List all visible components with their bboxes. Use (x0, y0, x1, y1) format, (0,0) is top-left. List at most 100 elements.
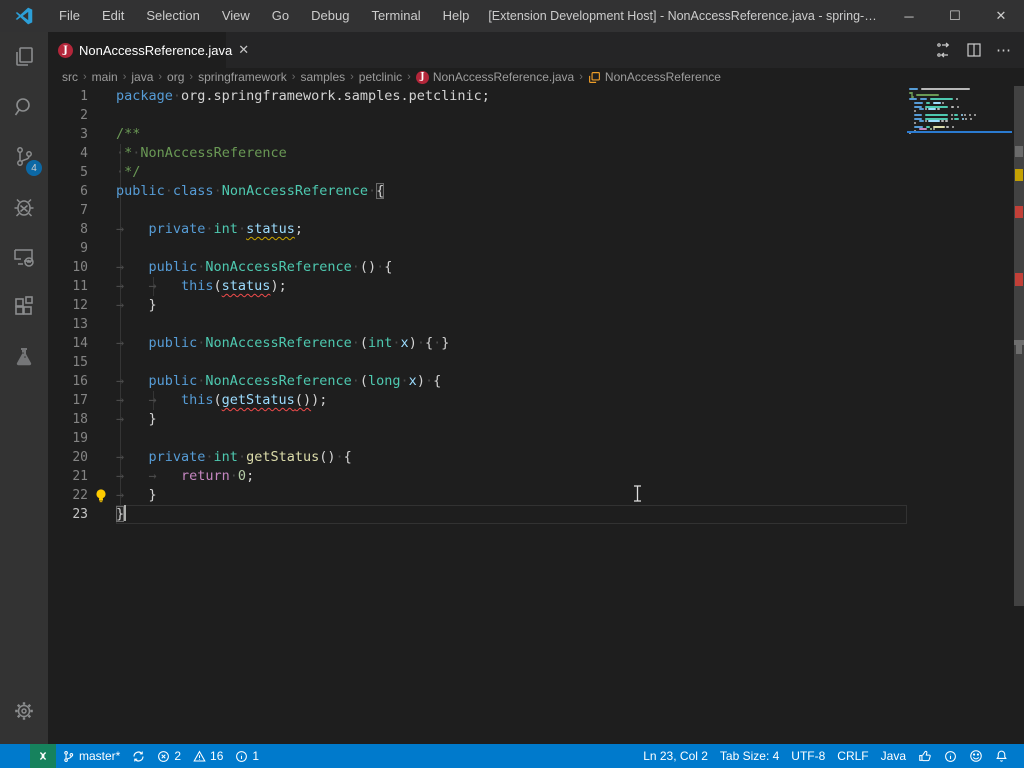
search-icon[interactable] (0, 82, 48, 132)
settings-gear-icon[interactable] (0, 686, 48, 736)
encoding-label: UTF-8 (791, 749, 825, 763)
language-mode[interactable]: Java (875, 744, 912, 768)
tab-close-icon[interactable]: ✕ (238, 42, 249, 58)
code-text: ·*/ (116, 163, 907, 182)
menu-debug[interactable]: Debug (300, 0, 360, 32)
code-line[interactable]: 5·*/ (48, 163, 907, 182)
java-file-icon: J (58, 43, 73, 58)
menu-go[interactable]: Go (261, 0, 300, 32)
code-text: →} (116, 296, 907, 315)
breadcrumb-symbol[interactable]: NonAccessReference (588, 70, 721, 84)
breadcrumb-main[interactable]: main (92, 70, 118, 84)
line-number: 1 (48, 87, 88, 106)
explorer-icon[interactable] (0, 32, 48, 82)
code-text: public·class·NonAccessReference·{ (116, 182, 907, 201)
remote-indicator[interactable] (30, 744, 56, 768)
line-number: 7 (48, 201, 88, 220)
scm-badge: 4 (26, 160, 42, 176)
code-line[interactable]: 22→} (48, 486, 907, 505)
code-line[interactable]: 9 (48, 239, 907, 258)
problems-errors[interactable]: 2 (151, 744, 187, 768)
menu-bar: FileEditSelectionViewGoDebugTerminalHelp (48, 0, 480, 32)
minimap[interactable] (907, 86, 1014, 744)
split-editor-icon[interactable] (966, 42, 982, 58)
code-editor[interactable]: 1 package·org.springframework.samples.pet… (48, 86, 1024, 744)
lightbulb-icon[interactable] (94, 488, 108, 503)
code-line[interactable]: 23} (48, 505, 907, 524)
code-line[interactable]: 2 (48, 106, 907, 125)
line-number: 2 (48, 106, 88, 125)
line-number: 17 (48, 391, 88, 410)
title-bar: FileEditSelectionViewGoDebugTerminalHelp… (0, 0, 1024, 32)
line-number: 14 (48, 334, 88, 353)
line-number: 12 (48, 296, 88, 315)
problems-info-label: 1 (252, 749, 259, 763)
code-line[interactable]: 21→→return·0; (48, 467, 907, 486)
eol-label: CRLF (837, 749, 868, 763)
breadcrumb-samples[interactable]: samples (300, 70, 345, 84)
minimize-button[interactable]: ─ (886, 0, 932, 32)
line-number: 13 (48, 315, 88, 334)
code-text: →public·NonAccessReference·(int·x)·{·} (116, 334, 907, 353)
code-line[interactable]: 15 (48, 353, 907, 372)
menu-edit[interactable]: Edit (91, 0, 135, 32)
feedback-thumbsup[interactable] (912, 744, 938, 768)
code-line[interactable]: 18→} (48, 410, 907, 429)
open-changes-icon[interactable] (936, 42, 952, 58)
code-line[interactable]: 7 (48, 201, 907, 220)
text-cursor (124, 505, 126, 521)
code-line[interactable]: 4·*·NonAccessReference (48, 144, 907, 163)
line-number: 11 (48, 277, 88, 296)
breadcrumb-src[interactable]: src (62, 70, 78, 84)
breadcrumb-springframework[interactable]: springframework (198, 70, 287, 84)
menu-file[interactable]: File (48, 0, 91, 32)
problems-warnings[interactable]: 16 (187, 744, 229, 768)
test-beaker-icon[interactable] (0, 332, 48, 382)
tab-nonaccessreference[interactable]: J NonAccessReference.java ✕ (48, 32, 226, 68)
breadcrumb-java[interactable]: java (131, 70, 153, 84)
cursor-position[interactable]: Ln 23, Col 2 (637, 744, 714, 768)
code-line[interactable]: 1 package·org.springframework.samples.pet… (48, 87, 907, 106)
code-line[interactable]: 13 (48, 315, 907, 334)
line-number: 19 (48, 429, 88, 448)
code-line[interactable]: 10→public·NonAccessReference·()·{ (48, 258, 907, 277)
java-status[interactable] (938, 744, 963, 768)
eol[interactable]: CRLF (831, 744, 874, 768)
code-line[interactable]: 12 →} (48, 296, 907, 315)
menu-selection[interactable]: Selection (135, 0, 210, 32)
notifications-bell[interactable] (989, 744, 1014, 768)
code-line[interactable]: 20→private·int·getStatus()·{ (48, 448, 907, 467)
indentation[interactable]: Tab Size: 4 (714, 744, 785, 768)
tweet-feedback[interactable] (963, 744, 989, 768)
code-line[interactable]: 19 (48, 429, 907, 448)
maximize-button[interactable]: ☐ (932, 0, 978, 32)
code-line[interactable]: 6public·class·NonAccessReference·{ (48, 182, 907, 201)
scrollbar-overview-ruler[interactable] (1014, 86, 1024, 744)
menu-help[interactable]: Help (432, 0, 481, 32)
more-actions-icon[interactable]: ⋯ (996, 41, 1012, 59)
breadcrumb-petclinic[interactable]: petclinic (359, 70, 402, 84)
code-text (116, 315, 907, 334)
close-button[interactable]: ✕ (978, 0, 1024, 32)
breadcrumb-file[interactable]: J NonAccessReference.java (416, 70, 574, 84)
remote-explorer-icon[interactable] (0, 232, 48, 282)
problems-info[interactable]: 1 (229, 744, 265, 768)
breadcrumb-org[interactable]: org (167, 70, 184, 84)
debug-icon[interactable] (0, 182, 48, 232)
extensions-icon[interactable] (0, 282, 48, 332)
code-line[interactable]: 16→public·NonAccessReference·(long·x)·{ (48, 372, 907, 391)
code-line[interactable]: 8→private·int·status; (48, 220, 907, 239)
sync-button[interactable] (126, 744, 151, 768)
menu-terminal[interactable]: Terminal (360, 0, 431, 32)
encoding[interactable]: UTF-8 (785, 744, 831, 768)
code-line[interactable]: 3/** (48, 125, 907, 144)
code-line[interactable]: 14 →public·NonAccessReference·(int·x)·{·} (48, 334, 907, 353)
menu-view[interactable]: View (211, 0, 261, 32)
code-text: package·org.springframework.samples.petc… (116, 87, 907, 106)
line-number: 23 (48, 505, 88, 524)
git-branch[interactable]: master* (56, 744, 126, 768)
source-control-icon[interactable]: 4 (0, 132, 48, 182)
code-line[interactable]: 17→→this(getStatus()); (48, 391, 907, 410)
warning-icon (193, 750, 206, 763)
code-line[interactable]: 11→→this(status); (48, 277, 907, 296)
